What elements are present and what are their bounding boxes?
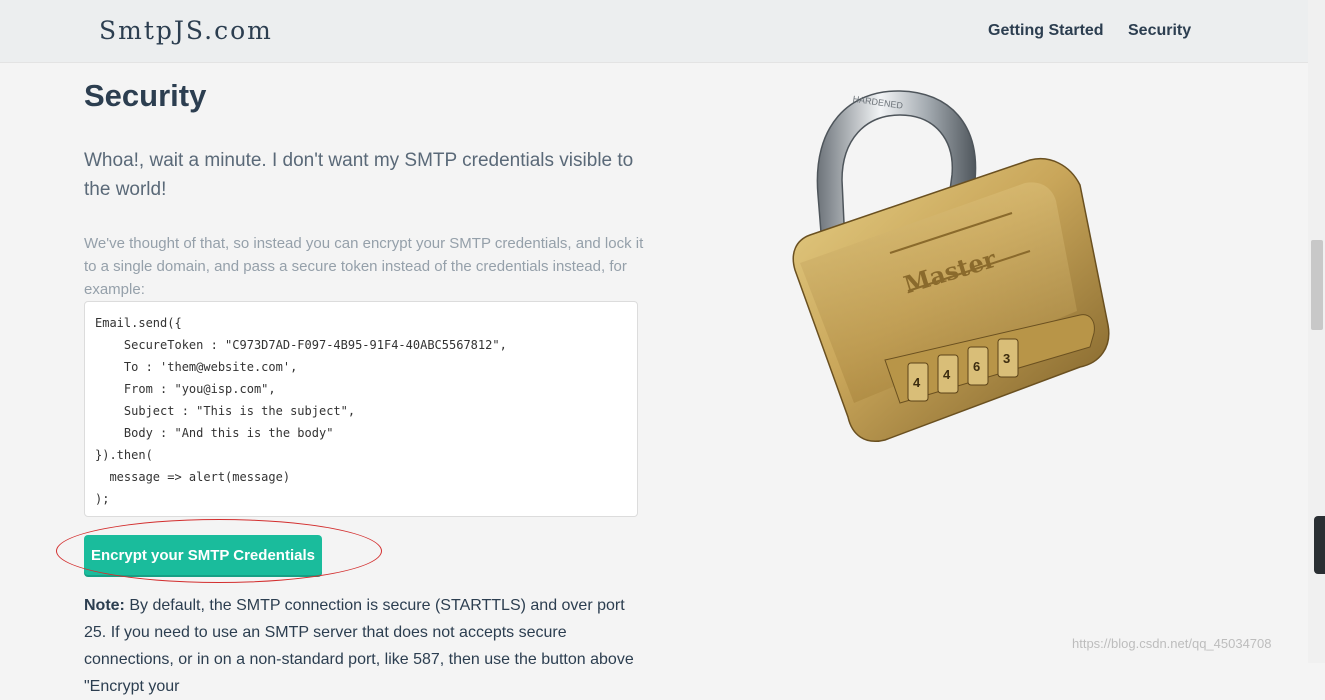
nav-link-security[interactable]: Security	[1128, 22, 1191, 40]
intro-text: We've thought of that, so instead you ca…	[84, 235, 644, 298]
side-widget-icon[interactable]	[1314, 516, 1325, 574]
note-text: By default, the SMTP connection is secur…	[84, 597, 634, 695]
note-label: Note:	[84, 597, 125, 614]
dial-digit-1: 4	[913, 375, 921, 390]
nav-link-getting-started[interactable]: Getting Started	[988, 22, 1104, 40]
encrypt-credentials-button[interactable]: Encrypt your SMTP Credentials	[84, 535, 322, 575]
dial-digit-4: 3	[1003, 351, 1010, 366]
padlock-image: HARDENED Master 4 4 6 3	[792, 90, 1110, 442]
watermark-text: https://blog.csdn.net/qq_45034708	[1072, 636, 1272, 651]
site-logo[interactable]: SmtpJS.com	[99, 16, 273, 45]
dial-digit-2: 4	[943, 367, 951, 382]
note-paragraph: Note: By default, the SMTP connection is…	[84, 592, 644, 700]
section-title: Security	[84, 78, 207, 113]
top-navbar: SmtpJS.com Getting Started Security	[0, 0, 1308, 63]
dial-digit-3: 6	[973, 359, 980, 374]
scrollbar-thumb[interactable]	[1311, 240, 1323, 330]
code-example[interactable]: Email.send({ SecureToken : "C973D7AD-F09…	[84, 301, 638, 517]
lead-text: Whoa!, wait a minute. I don't want my SM…	[84, 150, 634, 200]
